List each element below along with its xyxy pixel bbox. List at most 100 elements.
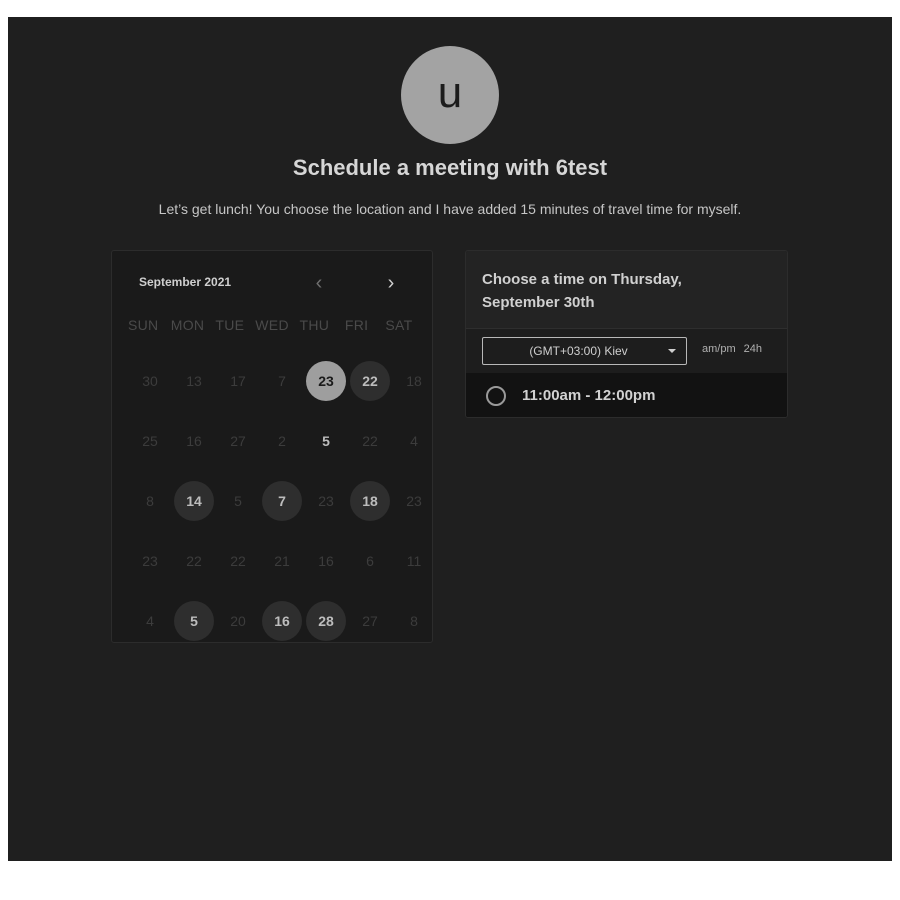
calendar-day-number: 5 <box>322 433 330 449</box>
calendar-day: 23 <box>304 481 348 521</box>
calendar-day: 11 <box>392 541 436 581</box>
event-description: Let’s get lunch! You choose the location… <box>158 201 742 217</box>
calendar-week: 4 5 20 16 28 27 8 <box>128 591 436 651</box>
calendar-day: 25 <box>128 421 172 461</box>
calendar-day-number: 7 <box>278 373 286 389</box>
weekday-sat: SAT <box>385 317 413 333</box>
time-format-toggle: am/pm 24h <box>702 343 762 355</box>
calendar-day: 23 <box>128 541 172 581</box>
calendar-day: 4 <box>128 601 172 641</box>
caret-down-icon <box>668 349 676 353</box>
calendar-day: 23 <box>392 481 436 521</box>
calendar-day-number: 27 <box>230 433 246 449</box>
calendar-day-number: 8 <box>146 493 154 509</box>
calendar-day: 27 <box>348 601 392 641</box>
calendar-week: 23 22 22 21 16 6 11 <box>128 531 436 591</box>
calendar-day: 17 <box>216 361 260 401</box>
calendar-day-available[interactable]: 28 <box>304 601 348 641</box>
calendar-day-available[interactable]: 18 <box>348 481 392 521</box>
calendar-day-number: 14 <box>174 481 214 521</box>
calendar-day-available[interactable]: 5 <box>172 601 216 641</box>
calendar-day: 6 <box>348 541 392 581</box>
calendar-day-number: 18 <box>406 373 422 389</box>
time-slot-label: 11:00am - 12:00pm <box>522 387 656 404</box>
calendar-day: 22 <box>172 541 216 581</box>
calendar-day-number: 4 <box>410 433 418 449</box>
calendar-week: 25 16 27 2 5 22 4 <box>128 411 436 471</box>
calendar-day: 22 <box>216 541 260 581</box>
calendar-day-number: 23 <box>142 553 158 569</box>
calendar-day-number: 23 <box>406 493 422 509</box>
calendar-day-number: 22 <box>230 553 246 569</box>
weekday-header: SUN MON TUE WED THU FRI SAT <box>128 317 420 333</box>
calendar-day-number: 13 <box>186 373 202 389</box>
calendar-day: 16 <box>304 541 348 581</box>
calendar-day: 7 <box>260 361 304 401</box>
format-ampm-option[interactable]: am/pm <box>702 343 736 355</box>
calendar-day-number: 11 <box>406 553 422 569</box>
calendar-day-number: 21 <box>274 553 290 569</box>
calendar-day: 5 <box>216 481 260 521</box>
calendar-week: 30 13 17 7 23 22 18 <box>128 351 436 411</box>
time-slot[interactable]: 11:00am - 12:00pm <box>466 373 787 417</box>
calendar-day-number: 17 <box>230 373 246 389</box>
page-title: Schedule a meeting with 6test <box>292 155 608 180</box>
calendar-day-number: 23 <box>318 493 334 509</box>
chevron-right-icon[interactable]: › <box>380 273 402 295</box>
weekday-wed: WED <box>255 317 289 333</box>
calendar-day: 16 <box>172 421 216 461</box>
calendar-day: 20 <box>216 601 260 641</box>
calendar-day: 5 <box>304 421 348 461</box>
calendar-day-number: 27 <box>362 613 378 629</box>
calendar-day-number: 16 <box>186 433 202 449</box>
day-grid: 30 13 17 7 23 22 18 25 16 27 2 5 22 4 8 14 5 7 23 18 23 23 22 2… <box>128 351 436 651</box>
calendar-day-selected[interactable]: 23 <box>304 361 348 401</box>
calendar-day-number: 2 <box>278 433 286 449</box>
calendar-day: 2 <box>260 421 304 461</box>
calendar-day-number: 30 <box>142 373 158 389</box>
weekday-fri: FRI <box>344 317 369 333</box>
calendar: September 2021 ‹ › SUN MON TUE WED THU F… <box>111 250 433 643</box>
calendar-day-number: 22 <box>350 361 390 401</box>
chevron-left-icon[interactable]: ‹ <box>308 273 330 295</box>
calendar-day-available[interactable]: 7 <box>260 481 304 521</box>
calendar-day-number: 5 <box>174 601 214 641</box>
calendar-day-number: 5 <box>234 493 242 509</box>
calendar-day-number: 18 <box>350 481 390 521</box>
avatar-initial: u <box>437 68 463 117</box>
calendar-day: 30 <box>128 361 172 401</box>
timezone-select[interactable]: (GMT+03:00) Kiev <box>482 337 687 365</box>
calendar-day-number: 7 <box>262 481 302 521</box>
weekday-thu: THU <box>299 317 330 333</box>
calendar-day-number: 22 <box>362 433 378 449</box>
avatar: u <box>401 46 499 144</box>
calendar-day: 27 <box>216 421 260 461</box>
calendar-day-number: 16 <box>318 553 334 569</box>
calendar-day-number: 16 <box>262 601 302 641</box>
calendar-week: 8 14 5 7 23 18 23 <box>128 471 436 531</box>
radio-icon[interactable] <box>486 385 506 406</box>
weekday-sun: SUN <box>128 317 159 333</box>
calendar-day-number: 23 <box>306 361 346 401</box>
calendar-day-number: 6 <box>366 553 374 569</box>
calendar-day: 18 <box>392 361 436 401</box>
calendar-day-number: 28 <box>306 601 346 641</box>
calendar-day-number: 8 <box>410 613 418 629</box>
calendar-day: 13 <box>172 361 216 401</box>
time-panel-header: Choose a time on Thursday, September 30t… <box>466 251 787 329</box>
time-heading: Choose a time on Thursday, September 30t… <box>482 271 682 311</box>
calendar-day: 8 <box>128 481 172 521</box>
weekday-tue: TUE <box>215 317 245 333</box>
calendar-day-available[interactable]: 22 <box>348 361 392 401</box>
calendar-day-number: 4 <box>146 613 154 629</box>
month-label: September 2021 <box>139 275 232 289</box>
timezone-row: (GMT+03:00) Kiev am/pm 24h <box>466 329 787 373</box>
calendar-day-available[interactable]: 14 <box>172 481 216 521</box>
calendar-day-number: 25 <box>142 433 158 449</box>
calendar-day-number: 22 <box>186 553 202 569</box>
calendar-day: 4 <box>392 421 436 461</box>
format-24h-option[interactable]: 24h <box>744 343 762 355</box>
calendar-day: 22 <box>348 421 392 461</box>
timezone-value: (GMT+03:00) Kiev <box>529 344 628 358</box>
calendar-day-available[interactable]: 16 <box>260 601 304 641</box>
